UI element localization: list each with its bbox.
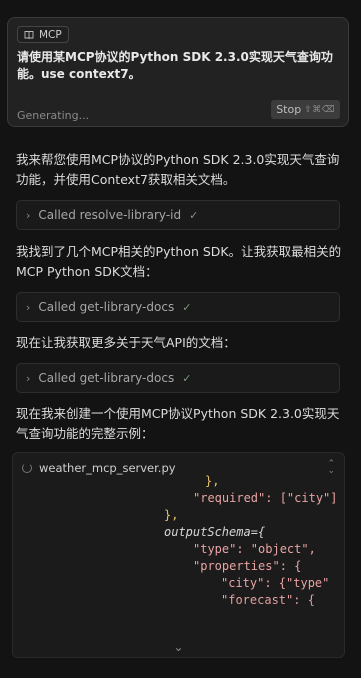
code-file-panel: weather_mcp_server.py ⌃ ⌄ }, "required": …: [12, 452, 345, 658]
assistant-message: 我来帮您使用MCP协议的Python SDK 2.3.0实现天气查询功能，并使用…: [16, 152, 340, 187]
tool-call-label: Called get-library-docs: [38, 371, 175, 385]
tool-call-get-library-docs[interactable]: › Called get-library-docs ✓: [16, 292, 340, 322]
code-file-header[interactable]: weather_mcp_server.py ⌃ ⌄: [13, 453, 344, 483]
chevron-right-icon: ›: [26, 300, 31, 314]
spinner-icon: [22, 463, 32, 473]
prompt-card: MCP 请使用某MCP协议的Python SDK 2.3.0实现天气查询功能。u…: [7, 17, 349, 127]
stop-shortcut: ⇧⌘⌫: [304, 104, 335, 115]
code-line: "city": {"type": [221, 576, 330, 590]
check-icon: ✓: [189, 208, 199, 222]
code-line: "type": "object",: [193, 542, 316, 556]
chevron-right-icon: ›: [26, 371, 31, 385]
code-line: "properties": {: [193, 559, 302, 573]
assistant-message: 现在我来创建一个使用MCP协议Python SDK 2.3.0实现天气查询功能的…: [16, 406, 340, 441]
chevron-right-icon: ›: [26, 208, 31, 222]
tool-call-get-library-docs[interactable]: › Called get-library-docs ✓: [16, 363, 340, 393]
code-filename: weather_mcp_server.py: [39, 461, 176, 475]
stop-button[interactable]: Stop ⇧⌘⌫: [271, 100, 340, 119]
code-line: "required": ["city"]: [193, 491, 338, 505]
tool-call-label: Called resolve-library-id: [38, 208, 182, 222]
code-line: outputSchema={: [164, 525, 266, 539]
tool-call-label: Called get-library-docs: [38, 300, 175, 314]
assistant-message: 我找到了几个MCP相关的Python SDK。让我获取最相关的MCP Pytho…: [16, 244, 342, 279]
code-fade-overlay: [13, 599, 344, 639]
chevron-updown-icon[interactable]: ⌃ ⌄: [327, 460, 335, 476]
prompt-text: 请使用某MCP协议的Python SDK 2.3.0实现天气查询功能。use c…: [17, 50, 333, 81]
mcp-context-chip[interactable]: MCP: [17, 26, 69, 43]
code-line: },: [205, 474, 220, 488]
generating-status: Generating...: [17, 109, 90, 122]
book-icon: [24, 31, 34, 39]
chevron-down-icon[interactable]: ⌄: [13, 640, 344, 654]
mcp-chip-label: MCP: [39, 28, 62, 41]
assistant-message: 现在让我获取更多关于天气API的文档：: [16, 335, 236, 350]
check-icon: ✓: [182, 371, 192, 385]
code-line: },: [164, 508, 179, 522]
stop-button-label: Stop: [276, 103, 302, 116]
check-icon: ✓: [182, 300, 192, 314]
tool-call-resolve-library-id[interactable]: › Called resolve-library-id ✓: [16, 200, 340, 230]
